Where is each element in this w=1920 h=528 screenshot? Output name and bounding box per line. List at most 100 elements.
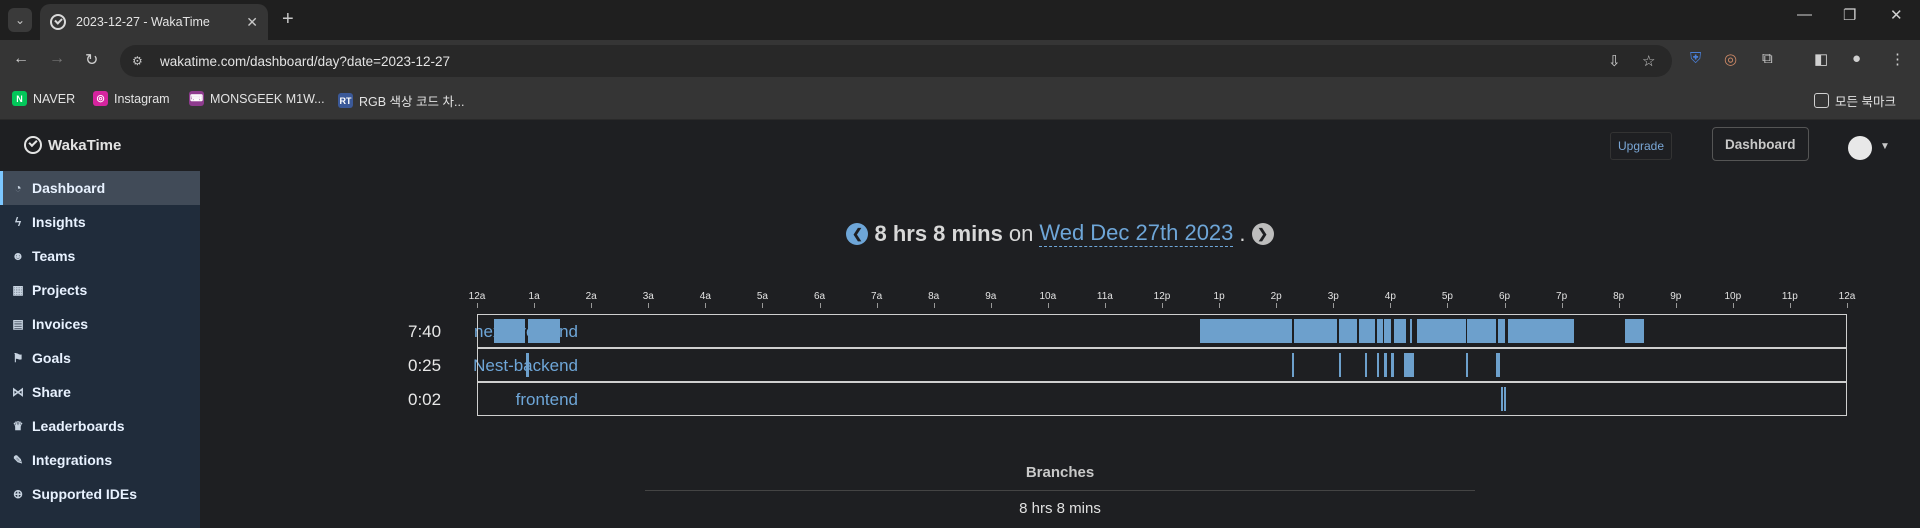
tab-title: 2023-12-27 - WakaTime [76, 15, 210, 29]
sidebar-item-share[interactable]: ⋈ Share [0, 375, 200, 409]
activity-segment[interactable] [528, 319, 561, 343]
monsgeek-icon: ⌨ [189, 91, 204, 106]
sidebar-item-insights[interactable]: ϟ Insights [0, 205, 200, 239]
project-timeline-track [477, 314, 1847, 348]
tick-mark [1561, 303, 1563, 308]
tick-label: 3p [1327, 291, 1339, 302]
bookmark-star-icon[interactable]: ☆ [1642, 52, 1655, 70]
bolt-icon: ϟ [14, 215, 22, 229]
bookmark-instagram[interactable]: ◎ Instagram [93, 91, 170, 106]
activity-segment[interactable] [1625, 319, 1644, 343]
bookmark-monsgeek[interactable]: ⌨ MONSGEEK M1W... [189, 91, 325, 106]
bitwarden-extension-icon[interactable]: ⛨ [1690, 50, 1701, 67]
bookmark-rgb[interactable]: RT RGB 색상 코드 차... [338, 91, 464, 110]
install-app-icon[interactable]: ⇩ [1608, 52, 1621, 70]
tick-mark [1047, 303, 1049, 308]
timeline-axis: 12a 1a 2a 3a 4a 5a 6a 7a 8a 9a 10a 11a 12p 1p 2p 3p 4p 5p… [469, 291, 1855, 308]
activity-segment[interactable] [1496, 353, 1500, 377]
activity-segment[interactable] [1200, 319, 1292, 343]
activity-segment[interactable] [1294, 319, 1338, 343]
restore-icon[interactable]: ❐ [1843, 6, 1856, 24]
activity-segment[interactable] [1338, 319, 1358, 343]
activity-segment[interactable] [493, 319, 526, 343]
profile-avatar-icon[interactable]: ● [1852, 50, 1861, 67]
sidebar-item-teams[interactable]: ☻ Teams [0, 239, 200, 273]
activity-segment[interactable] [1467, 319, 1496, 343]
sidebar-item-leaderboards[interactable]: ♛ Leaderboards [0, 409, 200, 443]
activity-segment[interactable] [1417, 319, 1466, 343]
activity-segment[interactable] [1384, 319, 1392, 343]
activity-segment[interactable] [1503, 387, 1506, 411]
sidebar-item-dashboard[interactable]: ◔ Dashboard [0, 171, 200, 205]
tick-label: 7p [1556, 291, 1568, 302]
all-bookmarks-label: 모든 북마크 [1835, 95, 1896, 109]
sidebar-item-integrations[interactable]: ✎ Integrations [0, 443, 200, 477]
minimize-icon[interactable]: — [1797, 6, 1812, 23]
sidebar-item-label: Integrations [32, 452, 113, 468]
all-bookmarks[interactable]: 모든 북마크 [1814, 91, 1896, 110]
tick-label: 7a [871, 291, 883, 302]
dashboard-button[interactable]: Dashboard [1712, 127, 1809, 161]
side-panel-icon[interactable]: ◧ [1814, 50, 1828, 68]
activity-segment[interactable] [1364, 353, 1367, 377]
activity-segment[interactable] [1384, 353, 1387, 377]
bookmark-label: NAVER [33, 91, 76, 106]
tick-mark [1162, 303, 1163, 308]
prev-day-arrow-icon[interactable]: ❮ [846, 222, 869, 245]
activity-segment[interactable] [1391, 353, 1394, 377]
activity-segment[interactable] [1465, 353, 1468, 377]
activity-segment[interactable] [1358, 319, 1376, 343]
browser-tab[interactable]: 2023-12-27 - WakaTime ✕ [40, 4, 268, 40]
back-arrow-icon[interactable]: ← [13, 50, 29, 68]
brand-link[interactable]: WakaTime [24, 136, 121, 154]
activity-segment[interactable] [1292, 353, 1295, 377]
tick-mark [1789, 303, 1791, 308]
day-summary: ❮ 8 hrs 8 mins on Wed Dec 27th 2023 . ❯ [820, 220, 1300, 247]
grid-icon: ▦ [12, 283, 24, 297]
activity-segment[interactable] [1508, 319, 1574, 343]
extensions-puzzle-icon[interactable]: ⧉ [1762, 50, 1773, 67]
sidebar-item-label: Goals [32, 350, 71, 366]
sidebar-item-supported-ides[interactable]: ⊕ Supported IDEs [0, 477, 200, 511]
sidebar-item-invoices[interactable]: ▤ Invoices [0, 307, 200, 341]
activity-segment[interactable] [525, 353, 530, 377]
tick-mark [1390, 303, 1392, 308]
branches-title: Branches [1025, 464, 1095, 481]
tick-mark [648, 303, 650, 308]
summary-date-picker[interactable]: Wed Dec 27th 2023 [1039, 220, 1234, 247]
tick-mark [591, 303, 593, 308]
tick-label: 12p [1153, 291, 1171, 302]
activity-segment[interactable] [1377, 319, 1383, 343]
bookmark-naver[interactable]: N NAVER [12, 91, 75, 106]
tab-search-chevron-icon[interactable]: ⌄ [8, 8, 32, 32]
tick-label: 12a [1838, 291, 1856, 302]
sidebar-item-label: Invoices [32, 316, 89, 332]
site-info-icon[interactable]: ⚙ [132, 54, 148, 68]
naver-icon: N [12, 91, 27, 106]
next-day-arrow-icon[interactable]: ❯ [1251, 222, 1274, 245]
address-url[interactable]: wakatime.com/dashboard/day?date=2023-12-… [160, 54, 450, 69]
project-row: frontend 0:02 [200, 382, 1920, 416]
address-bar[interactable]: ⚙ wakatime.com/dashboard/day?date=2023-1… [120, 45, 1672, 77]
forward-arrow-icon[interactable]: → [49, 50, 65, 68]
activity-segment[interactable] [1498, 319, 1506, 343]
sidebar-item-goals[interactable]: ⚑ Goals [0, 341, 200, 375]
glasses-extension-icon[interactable]: ◎ [1724, 50, 1737, 68]
new-tab-plus-icon[interactable]: + [282, 8, 294, 31]
activity-segment[interactable] [1409, 319, 1413, 343]
upgrade-button[interactable]: Upgrade [1610, 132, 1673, 160]
activity-segment[interactable] [1500, 387, 1503, 411]
window-close-icon[interactable]: ✕ [1890, 6, 1903, 24]
tick-mark [705, 303, 707, 308]
browser-menu-icon[interactable]: ⋮ [1890, 50, 1905, 68]
user-avatar[interactable] [1848, 136, 1872, 160]
sidebar-item-projects[interactable]: ▦ Projects [0, 273, 200, 307]
close-tab-icon[interactable]: ✕ [246, 14, 258, 31]
chevron-down-icon[interactable]: ▼ [1880, 141, 1890, 152]
activity-segment[interactable] [1377, 353, 1380, 377]
tick-label: 11a [1096, 291, 1113, 302]
activity-segment[interactable] [1403, 353, 1415, 377]
activity-segment[interactable] [1338, 353, 1341, 377]
reload-icon[interactable]: ↻ [85, 50, 98, 70]
activity-segment[interactable] [1394, 319, 1406, 343]
